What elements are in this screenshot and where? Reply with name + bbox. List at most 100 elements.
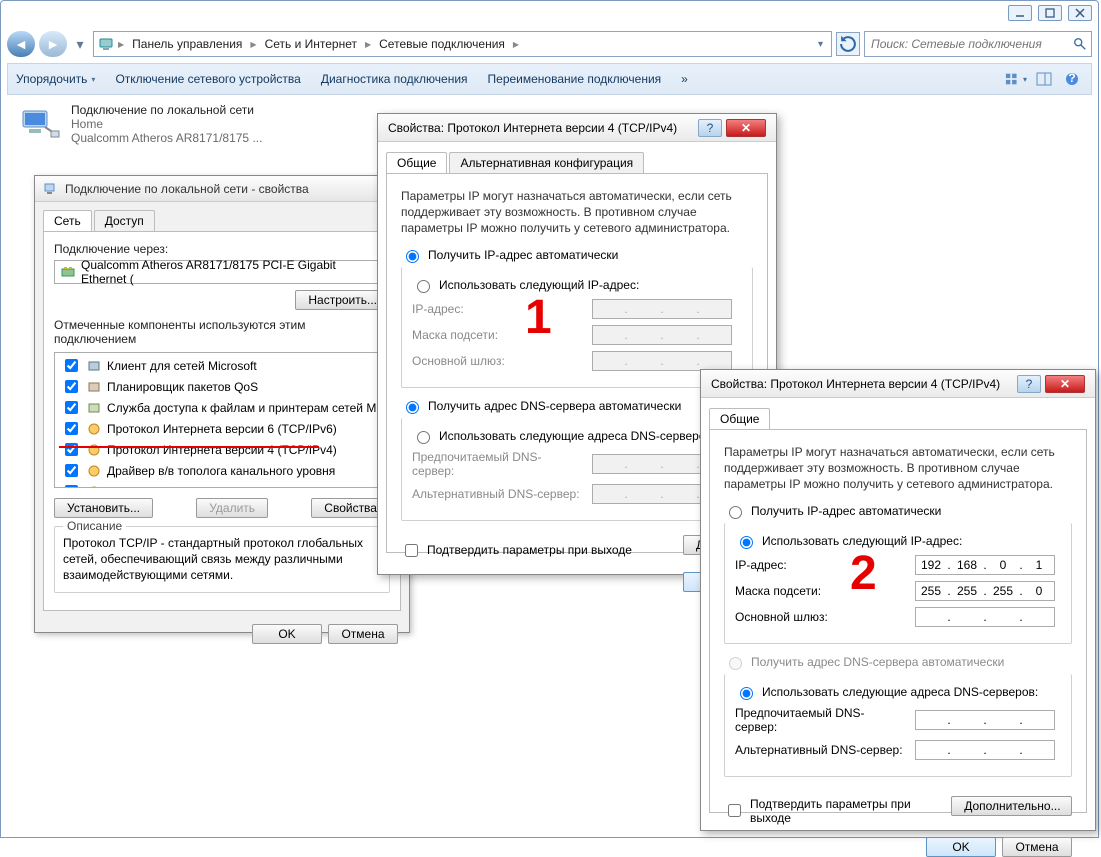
- checkbox[interactable]: [65, 401, 78, 414]
- toolbar-overflow[interactable]: »: [681, 72, 688, 86]
- list-item[interactable]: Служба доступа к файлам и принтерам сете…: [55, 397, 389, 418]
- radio-manual-dns[interactable]: Использовать следующие адреса DNS-сервер…: [412, 428, 742, 444]
- address-dropdown-icon[interactable]: ▾: [814, 39, 827, 50]
- checkbox[interactable]: [65, 443, 78, 456]
- diagnose-button[interactable]: Диагностика подключения: [321, 72, 468, 86]
- description-group: Описание Протокол TCP/IP - стандартный п…: [54, 526, 390, 593]
- dialog-title: Подключение по локальной сети - свойства: [65, 182, 309, 196]
- annotation-1: 1: [525, 290, 552, 345]
- connection-adapter: Qualcomm Atheros AR8171/8175 ...: [71, 131, 262, 145]
- dns2-input[interactable]: ...: [915, 740, 1055, 760]
- chevron-right-icon: ▶: [118, 40, 124, 49]
- radio-auto-dns: Получить адрес DNS-сервера автоматически: [724, 654, 1072, 670]
- driver-icon: [87, 464, 101, 478]
- tab-general[interactable]: Общие: [709, 408, 770, 429]
- configure-button[interactable]: Настроить...: [295, 290, 390, 310]
- checkbox[interactable]: [65, 422, 78, 435]
- cancel-button[interactable]: Отмена: [328, 624, 398, 644]
- help-button[interactable]: ?: [1017, 375, 1041, 393]
- maximize-button[interactable]: [1038, 5, 1062, 21]
- disable-device-button[interactable]: Отключение сетевого устройства: [115, 72, 300, 86]
- list-item-ipv4[interactable]: Протокол Интернета версии 4 (TCP/IPv4): [55, 439, 389, 460]
- list-item[interactable]: Клиент для сетей Microsoft: [55, 355, 389, 376]
- mask-label: Маска подсети:: [412, 328, 582, 342]
- dialog-title-bar[interactable]: Подключение по локальной сети - свойства: [35, 176, 409, 202]
- protocol-icon: [87, 443, 101, 457]
- uninstall-button[interactable]: Удалить: [196, 498, 268, 518]
- view-options-button[interactable]: ▾: [1005, 69, 1027, 89]
- search-input[interactable]: [869, 36, 1073, 52]
- cancel-button[interactable]: Отмена: [1002, 837, 1072, 857]
- dns2-label: Альтернативный DNS-сервер:: [735, 743, 905, 757]
- network-icon: [98, 36, 114, 52]
- help-button[interactable]: ?: [1061, 69, 1083, 89]
- list-item[interactable]: Планировщик пакетов QoS: [55, 376, 389, 397]
- advanced-button[interactable]: Дополнительно...: [951, 796, 1072, 816]
- tab-general[interactable]: Общие: [386, 152, 447, 173]
- list-item[interactable]: Драйвер в/в тополога канального уровня: [55, 460, 389, 481]
- breadcrumb[interactable]: Панель управления: [128, 37, 246, 51]
- dialog-title-bar[interactable]: Свойства: Протокол Интернета версии 4 (T…: [701, 370, 1095, 398]
- radio-manual-ip[interactable]: Использовать следующий IP-адрес:: [735, 533, 1061, 549]
- ok-button[interactable]: OK: [926, 837, 996, 857]
- connect-via-label: Подключение через:: [54, 242, 390, 256]
- breadcrumb[interactable]: Сетевые подключения: [375, 37, 509, 51]
- info-paragraph: Параметры IP могут назначаться автоматич…: [401, 188, 753, 237]
- red-underline-annotation: [59, 446, 319, 448]
- radio-auto-ip[interactable]: Получить IP-адрес автоматически: [724, 503, 1072, 519]
- ip-input[interactable]: 192.168.0.1: [915, 555, 1055, 575]
- components-label: Отмеченные компоненты используются этим …: [54, 318, 390, 346]
- dialog-title-bar[interactable]: Свойства: Протокол Интернета версии 4 (T…: [378, 114, 776, 142]
- close-button[interactable]: [1068, 5, 1092, 21]
- adapter-icon: [61, 265, 75, 279]
- ok-button[interactable]: OK: [252, 624, 322, 644]
- gateway-input[interactable]: ...: [915, 607, 1055, 627]
- connection-name: Подключение по локальной сети: [71, 103, 262, 117]
- checkbox[interactable]: [65, 380, 78, 393]
- tab-alternative[interactable]: Альтернативная конфигурация: [449, 152, 644, 173]
- validate-checkbox[interactable]: Подтвердить параметры при выходе: [401, 541, 632, 560]
- breadcrumb[interactable]: Сеть и Интернет: [261, 37, 361, 51]
- list-item[interactable]: Ответчик обнаружения топологии канальног…: [55, 481, 389, 488]
- dns1-label: Предпочитаемый DNS-сервер:: [412, 450, 582, 478]
- navigation-row: ◄ ► ▾ ▶ Панель управления ▶ Сеть и Интер…: [7, 29, 1092, 59]
- checkbox[interactable]: [65, 359, 78, 372]
- close-button[interactable]: ✕: [726, 119, 766, 137]
- dns1-label: Предпочитаемый DNS-сервер:: [735, 706, 905, 734]
- gateway-label: Основной шлюз:: [735, 610, 905, 624]
- search-icon[interactable]: [1073, 37, 1087, 51]
- address-bar[interactable]: ▶ Панель управления ▶ Сеть и Интернет ▶ …: [93, 31, 832, 57]
- rename-button[interactable]: Переименование подключения: [488, 72, 662, 86]
- search-box[interactable]: [864, 31, 1092, 57]
- back-button[interactable]: ◄: [7, 31, 35, 57]
- checkbox[interactable]: [65, 485, 78, 488]
- minimize-button[interactable]: [1008, 5, 1032, 21]
- tab-network[interactable]: Сеть: [43, 210, 92, 231]
- forward-button[interactable]: ►: [39, 31, 67, 57]
- list-item[interactable]: Протокол Интернета версии 6 (TCP/IPv6): [55, 418, 389, 439]
- refresh-button[interactable]: [836, 32, 860, 56]
- tab-strip: Сеть Доступ: [43, 210, 401, 231]
- help-button[interactable]: ?: [698, 119, 722, 137]
- organize-menu[interactable]: Упорядочить▾: [16, 72, 95, 86]
- tab-access[interactable]: Доступ: [94, 210, 155, 231]
- radio-auto-ip[interactable]: Получить IP-адрес автоматически: [401, 247, 753, 263]
- install-button[interactable]: Установить...: [54, 498, 153, 518]
- svg-text:?: ?: [1068, 72, 1075, 85]
- mask-label: Маска подсети:: [735, 584, 905, 598]
- checkbox[interactable]: [65, 464, 78, 477]
- components-list[interactable]: Клиент для сетей Microsoft Планировщик п…: [54, 352, 390, 488]
- radio-manual-dns[interactable]: Использовать следующие адреса DNS-сервер…: [735, 684, 1061, 700]
- dns2-label: Альтернативный DNS-сервер:: [412, 487, 582, 501]
- history-dropdown[interactable]: ▾: [71, 31, 89, 57]
- ip-input: ...: [592, 299, 732, 319]
- validate-checkbox[interactable]: Подтвердить параметры при выходе: [724, 797, 951, 825]
- chevron-right-icon: ▶: [250, 40, 256, 49]
- radio-manual-ip[interactable]: Использовать следующий IP-адрес:: [412, 277, 742, 293]
- preview-pane-button[interactable]: [1033, 69, 1055, 89]
- dns1-input[interactable]: ...: [915, 710, 1055, 730]
- mask-input[interactable]: 255.255.255.0: [915, 581, 1055, 601]
- adapter-name: Qualcomm Atheros AR8171/8175 PCI-E Gigab…: [81, 258, 383, 286]
- service-icon: [87, 380, 101, 394]
- close-button[interactable]: ✕: [1045, 375, 1085, 393]
